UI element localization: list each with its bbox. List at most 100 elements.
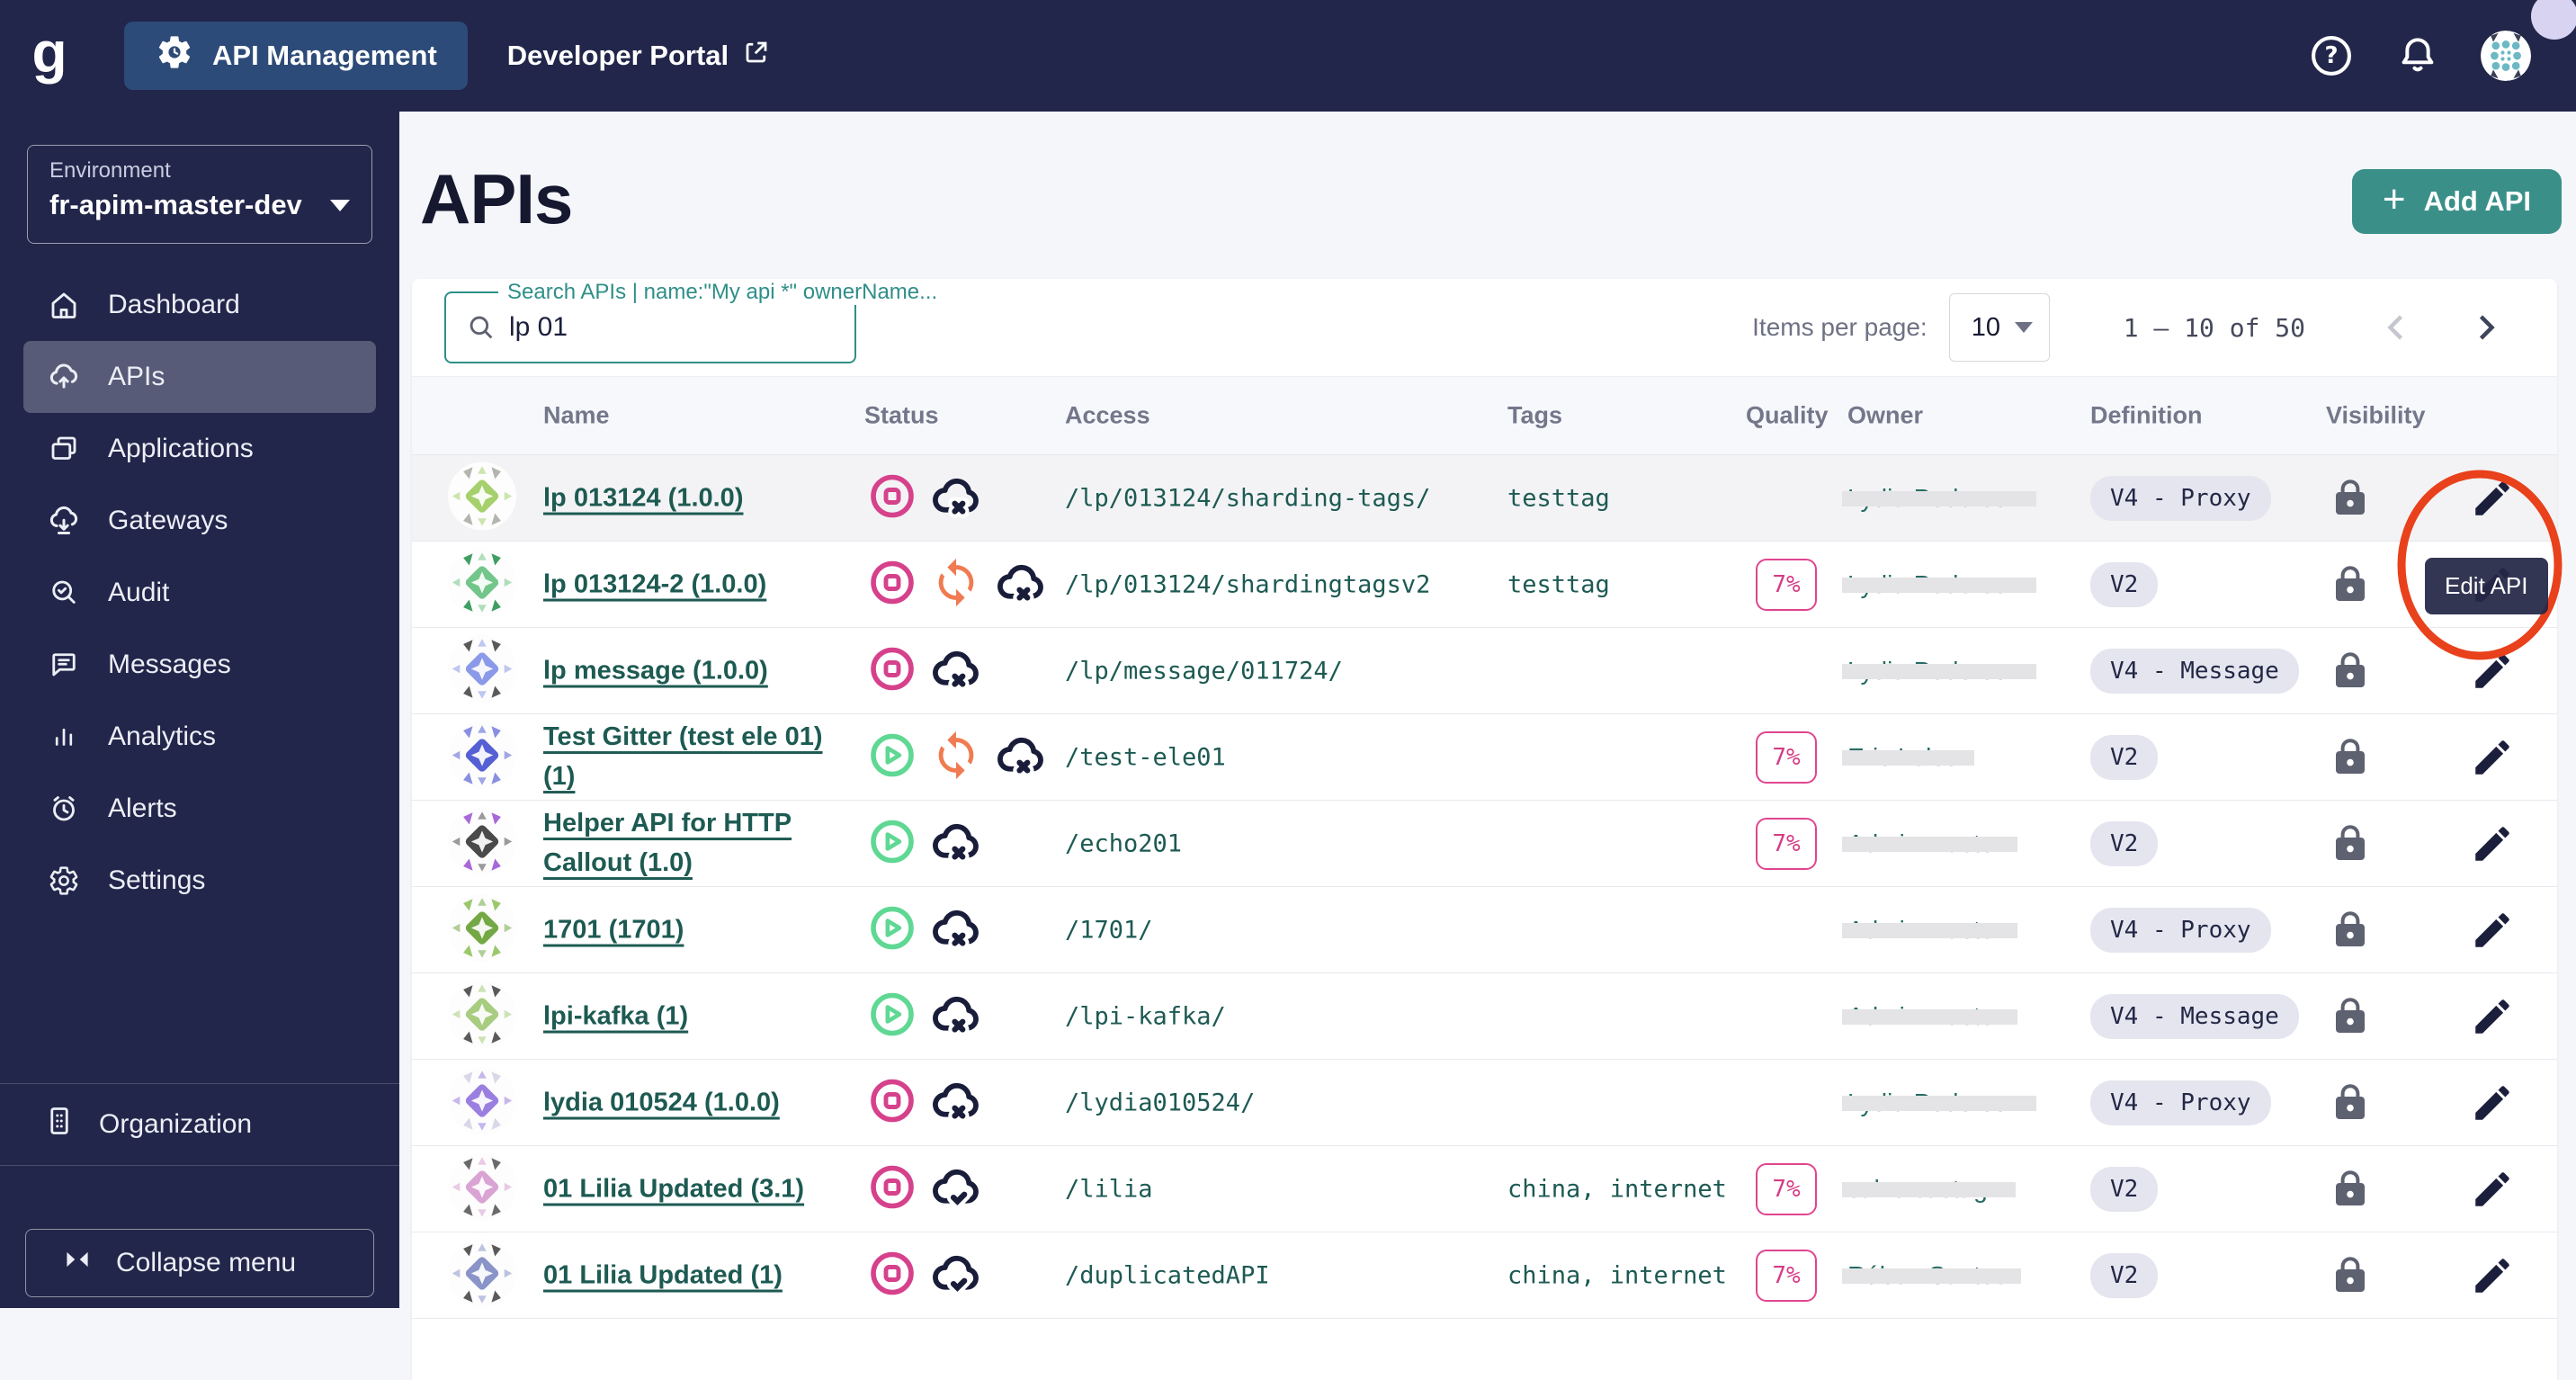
sidebar-item-applications[interactable]: Applications [23, 413, 376, 485]
edit-api-button[interactable] [2461, 908, 2524, 953]
edit-api-button[interactable] [2461, 735, 2524, 780]
search-icon [466, 312, 496, 343]
table-body: lp 013124 (1.0.0) /lp/013124/sharding-ta… [412, 455, 2557, 1319]
api-table-row[interactable]: lydia 010524 (1.0.0) /lydia010524/ Lydia… [412, 1060, 2557, 1146]
chevron-down-icon [330, 200, 350, 211]
api-avatar [448, 548, 516, 621]
sidebar-item-audit[interactable]: Audit [23, 557, 376, 629]
environment-label: Environment [49, 158, 350, 184]
api-table-row[interactable]: lp 013124 (1.0.0) /lp/013124/sharding-ta… [412, 455, 2557, 542]
api-status-icons [867, 1074, 982, 1131]
api-table-row[interactable]: 1701 (1701) /1701/ Admin master V4 - Pro… [412, 887, 2557, 973]
definition-badge: V4 - Message [2090, 649, 2299, 694]
api-table-row[interactable]: lp message (1.0.0) /lp/message/011724/ L… [412, 628, 2557, 714]
api-name-link[interactable]: 1701 (1701) [543, 910, 854, 950]
edit-api-button[interactable] [2461, 562, 2524, 607]
items-per-page-select[interactable]: 10 [1949, 293, 2050, 362]
api-avatar [448, 1152, 516, 1225]
sidebar-item-analytics[interactable]: Analytics [23, 701, 376, 773]
status-started-icon [867, 989, 917, 1044]
sidebar-item-apis[interactable]: APIs [23, 341, 376, 413]
environment-value: fr-apim-master-dev [49, 189, 302, 221]
api-name-link[interactable]: lp message (1.0.0) [543, 650, 854, 691]
notifications-bell-button[interactable] [2394, 32, 2441, 79]
developer-portal-label: Developer Portal [507, 40, 729, 72]
sidebar-item-settings[interactable]: Settings [23, 845, 376, 917]
sidebar-item-label: Analytics [108, 721, 216, 752]
api-name-link[interactable]: 01 Lilia Updated (3.1) [543, 1169, 854, 1209]
api-table-row[interactable]: 01 Lilia Updated (3.1) /lilia china, int… [412, 1146, 2557, 1232]
divider [0, 1165, 399, 1166]
collapse-menu-button[interactable]: Collapse menu [25, 1229, 374, 1297]
api-owner: Admin master [1847, 1002, 2003, 1031]
api-name-link[interactable]: lp 013124-2 (1.0.0) [543, 564, 854, 605]
add-api-button[interactable]: + Add API [2352, 169, 2562, 234]
sidebar-item-gateways[interactable]: Gateways [23, 485, 376, 557]
column-header-quality: Quality [1746, 402, 1829, 430]
api-name-link[interactable]: lpi-kafka (1) [543, 996, 854, 1036]
next-page-button[interactable] [2464, 306, 2507, 349]
status-started-icon [867, 816, 917, 871]
sidebar-item-organization[interactable]: Organization [23, 1084, 376, 1165]
cloud-up-icon [43, 360, 85, 394]
quality-badge: 7% [1756, 559, 1816, 611]
status-stopped-icon [867, 470, 917, 525]
developer-portal-link[interactable]: Developer Portal [507, 39, 770, 73]
sidebar-item-label: Applications [108, 434, 254, 464]
api-management-switcher[interactable]: API Management [124, 22, 468, 90]
api-table-row[interactable]: 01 Lilia Updated (1) /duplicatedAPI chin… [412, 1232, 2557, 1319]
search-input[interactable] [509, 312, 806, 343]
edit-api-button[interactable] [2461, 1167, 2524, 1212]
audit-icon [43, 577, 85, 609]
api-tags: china, internet [1507, 1175, 1727, 1203]
sidebar-item-alerts[interactable]: Alerts [23, 773, 376, 845]
api-owner: Eric Lelou [1847, 743, 1960, 772]
column-header-definition: Definition [2090, 402, 2202, 430]
api-name-link[interactable]: Test Gitter (test ele 01) (1) [543, 717, 854, 798]
api-picture [448, 548, 516, 616]
definition-badge: V4 - Proxy [2090, 908, 2271, 953]
previous-page-button[interactable] [2375, 306, 2419, 349]
visibility-lock-icon [2319, 1254, 2382, 1297]
sidebar-item-dashboard[interactable]: Dashboard [23, 269, 376, 341]
edit-api-button[interactable] [2461, 1080, 2524, 1125]
quality-badge: 7% [1756, 731, 1816, 784]
api-table-row[interactable]: lpi-kafka (1) /lpi-kafka/ Admin master V… [412, 973, 2557, 1060]
quality-badge: 7% [1756, 818, 1816, 870]
visibility-lock-icon [2319, 1081, 2382, 1125]
user-avatar[interactable] [2481, 31, 2531, 81]
edit-api-button[interactable] [2461, 649, 2524, 694]
api-name-link[interactable]: lydia 010524 (1.0.0) [543, 1082, 854, 1123]
api-access-path: /duplicatedAPI [1065, 1261, 1270, 1289]
api-name-link[interactable]: Helper API for HTTP Callout (1.0) [543, 803, 854, 884]
gear-icon [43, 865, 85, 897]
sidebar-nav: Dashboard APIs Applications Gateways Aud… [0, 269, 399, 917]
status-stopped-icon [867, 1161, 917, 1216]
status-started-icon [867, 902, 917, 957]
api-avatar [448, 461, 516, 534]
edit-api-button[interactable] [2461, 994, 2524, 1039]
api-picture [448, 721, 516, 789]
api-picture [448, 1239, 516, 1307]
api-table-row[interactable]: Test Gitter (test ele 01) (1) /test-ele0… [412, 714, 2557, 801]
sidebar-item-messages[interactable]: Messages [23, 629, 376, 701]
api-access-path: /lydia010524/ [1065, 1089, 1255, 1116]
api-owner: Lydia Pederson [1847, 570, 2022, 599]
search-field[interactable]: Search APIs | name:"My api *" ownerName.… [444, 291, 856, 363]
edit-api-button[interactable] [2461, 1253, 2524, 1298]
api-name-link[interactable]: lp 013124 (1.0.0) [543, 478, 854, 518]
api-table-row[interactable]: lp 013124-2 (1.0.0) /lp/013124/shardingt… [412, 542, 2557, 628]
gear-icon [155, 32, 194, 79]
edit-api-button[interactable] [2461, 821, 2524, 866]
api-table-row[interactable]: Helper API for HTTP Callout (1.0) /echo2… [412, 801, 2557, 887]
edit-api-button[interactable] [2461, 476, 2524, 521]
sidebar: Environment fr-apim-master-dev Dashboard… [0, 112, 399, 1308]
help-button[interactable]: ? [2308, 32, 2355, 79]
api-name-link[interactable]: 01 Lilia Updated (1) [543, 1255, 854, 1295]
visibility-lock-icon [2319, 477, 2382, 520]
environment-selector[interactable]: Environment fr-apim-master-dev [27, 145, 372, 244]
status-not-deployed-icon [930, 988, 982, 1044]
api-owner: salvo castagn [1847, 1175, 2001, 1204]
api-picture [448, 1066, 516, 1134]
api-picture [448, 980, 516, 1048]
